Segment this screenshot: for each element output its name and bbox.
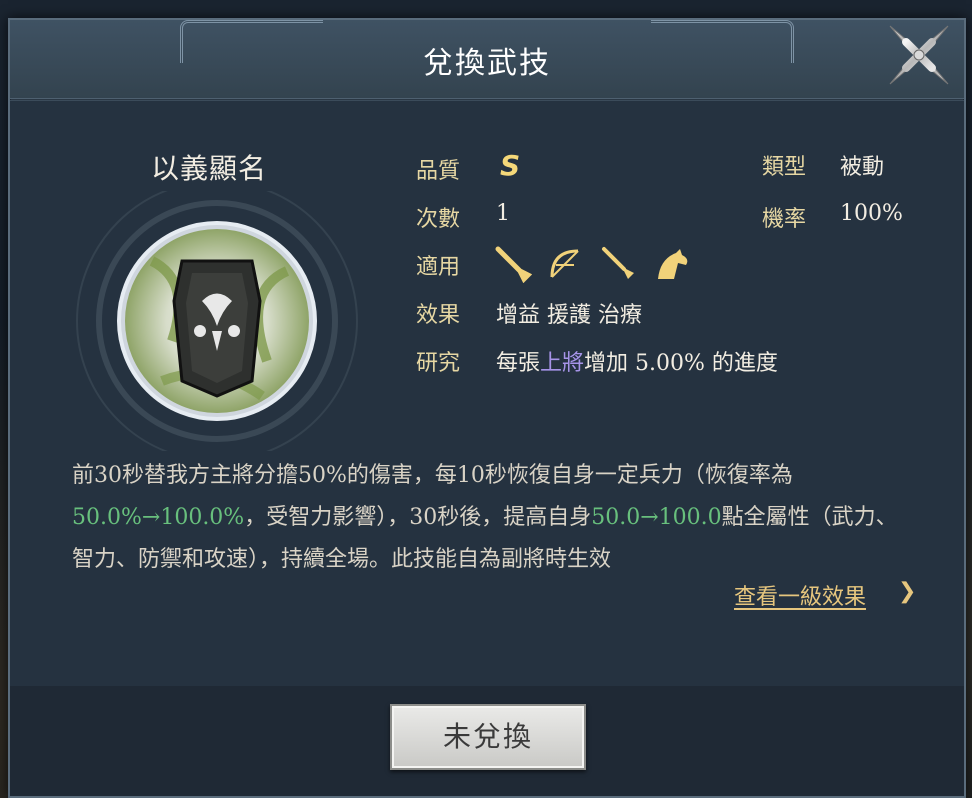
desc-green1: 50.0%→100.0% (72, 505, 245, 530)
count-value: 1 (496, 201, 510, 226)
skill-detail-area: 以義顯名 品質 S 類型 被動 次數 1 機率 100% 適用 效果 增益 援護… (10, 100, 964, 687)
type-label: 類型 (762, 155, 807, 180)
effect-value: 增益 援護 治療 (496, 303, 642, 328)
shield-crest-icon (62, 180, 372, 462)
exchange-skill-dialog: 兌換武技 以義顯名 品質 S 類型 被動 次數 1 機率 100% 適用 效果 … (8, 18, 966, 798)
rate-label: 機率 (762, 207, 807, 232)
research-prefix: 每張 (496, 351, 541, 376)
research-suffix: 增加 5.00% 的進度 (584, 351, 778, 376)
research-highlight: 上將 (540, 351, 585, 376)
type-value: 被動 (840, 155, 885, 180)
research-label: 研究 (416, 351, 461, 376)
dialog-footer: 未兌換 (10, 686, 964, 796)
dialog-header: 兌換武技 (10, 20, 964, 99)
horse-icon (654, 245, 692, 283)
quality-label: 品質 (416, 159, 461, 184)
skill-name: 以義顯名 (151, 152, 268, 185)
spear-icon (600, 245, 638, 283)
desc-part1: 前30秒替我方主將分擔50%的傷害，每10秒恢復自身一定兵力（恢復率為 (72, 463, 793, 488)
quality-value: S (500, 149, 521, 182)
chevron-right-icon[interactable]: ❯ (898, 579, 916, 604)
desc-green2: 50.0→100.0 (591, 505, 722, 530)
applicable-label: 適用 (416, 255, 461, 280)
research-value: 每張上將增加 5.00% 的進度 (496, 345, 778, 377)
bow-icon (546, 245, 584, 283)
dialog-title: 兌換武技 (423, 46, 551, 81)
desc-part2: ，受智力影響），30秒後，提高自身 (244, 505, 592, 530)
view-level-one-effect-link[interactable]: 查看一級效果 (734, 579, 866, 611)
close-x-icon[interactable] (884, 20, 954, 90)
sword-icon (494, 245, 533, 284)
count-label: 次數 (416, 207, 461, 232)
skill-description: 前30秒替我方主將分擔50%的傷害，每10秒恢復自身一定兵力（恢復率為 50.0%… (72, 455, 902, 581)
effect-label: 效果 (416, 303, 461, 328)
not-exchanged-button[interactable]: 未兌換 (390, 704, 586, 770)
rate-value: 100% (840, 201, 903, 226)
